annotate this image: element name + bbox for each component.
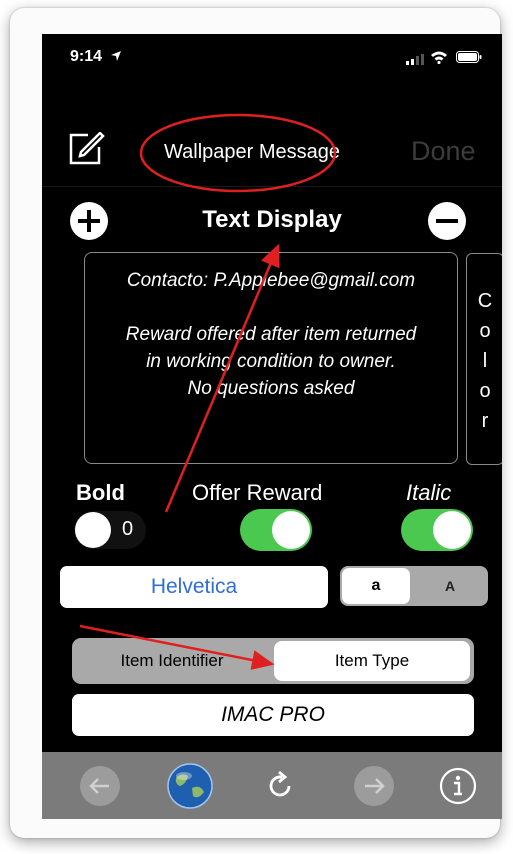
message-line: Reward offered after item returned — [125, 324, 417, 345]
uppercase-segment[interactable]: A — [414, 568, 486, 604]
toggle-knob — [272, 511, 310, 549]
reload-icon — [269, 770, 291, 797]
item-value-field[interactable]: IMAC PRO — [72, 694, 474, 736]
offer-reward-toggle[interactable] — [240, 509, 312, 551]
info-button[interactable] — [438, 766, 478, 806]
battery-icon — [456, 51, 482, 63]
italic-toggle[interactable] — [401, 509, 473, 551]
italic-label: Italic — [406, 480, 452, 505]
forward-button[interactable] — [354, 766, 394, 806]
toggle-knob — [433, 511, 471, 549]
status-bar: 9:14 — [42, 34, 502, 78]
item-identifier-segment[interactable]: Item Identifier — [72, 638, 272, 684]
toggle-knob — [75, 512, 111, 548]
bold-toggle-value: 0 — [122, 518, 134, 540]
lowercase-segment[interactable]: a — [342, 568, 410, 604]
color-button[interactable]: C o l o r — [466, 253, 502, 465]
color-letter: C — [477, 290, 493, 312]
message-line: No questions asked — [187, 378, 355, 399]
cellular-signal-icon — [406, 54, 424, 65]
wifi-icon — [431, 51, 447, 64]
color-letter: o — [479, 320, 491, 342]
phone-screen: 9:14 Wallpaper Message Done Text Display… — [42, 34, 502, 819]
done-button[interactable]: Done — [411, 136, 476, 167]
remove-button[interactable] — [428, 202, 466, 240]
globe-icon — [167, 763, 213, 809]
message-line: in working condition to owner. — [146, 351, 396, 372]
item-type-segment[interactable]: Item Type — [274, 641, 470, 681]
back-arrow-icon — [89, 778, 109, 794]
item-segmented-control: Item Identifier Item Type — [72, 638, 474, 684]
screenshot-frame: 9:14 Wallpaper Message Done Text Display… — [10, 8, 502, 838]
nav-title: Wallpaper Message — [164, 141, 341, 163]
compose-icon[interactable] — [68, 132, 106, 166]
bold-toggle[interactable]: 0 — [74, 511, 146, 549]
message-text-view[interactable]: Contacto: P.Applebee@gmail.com Reward of… — [84, 252, 458, 464]
globe-button[interactable] — [166, 762, 214, 810]
location-arrow-icon — [111, 51, 121, 61]
nav-divider — [42, 186, 502, 187]
reload-button[interactable] — [260, 766, 300, 806]
bold-label: Bold — [76, 480, 125, 505]
bottom-toolbar — [42, 752, 502, 819]
forward-arrow-icon — [365, 778, 385, 794]
offer-reward-label: Offer Reward — [192, 480, 323, 505]
color-letter: r — [481, 410, 489, 432]
color-letter: o — [479, 380, 491, 402]
color-letter: l — [482, 350, 488, 372]
font-name-field[interactable]: Helvetica — [60, 566, 328, 608]
info-icon — [439, 767, 477, 805]
status-time: 9:14 — [70, 48, 103, 65]
back-button[interactable] — [80, 766, 120, 806]
message-line: Contacto: P.Applebee@gmail.com — [126, 270, 416, 291]
case-segmented-control: a A — [340, 566, 488, 606]
